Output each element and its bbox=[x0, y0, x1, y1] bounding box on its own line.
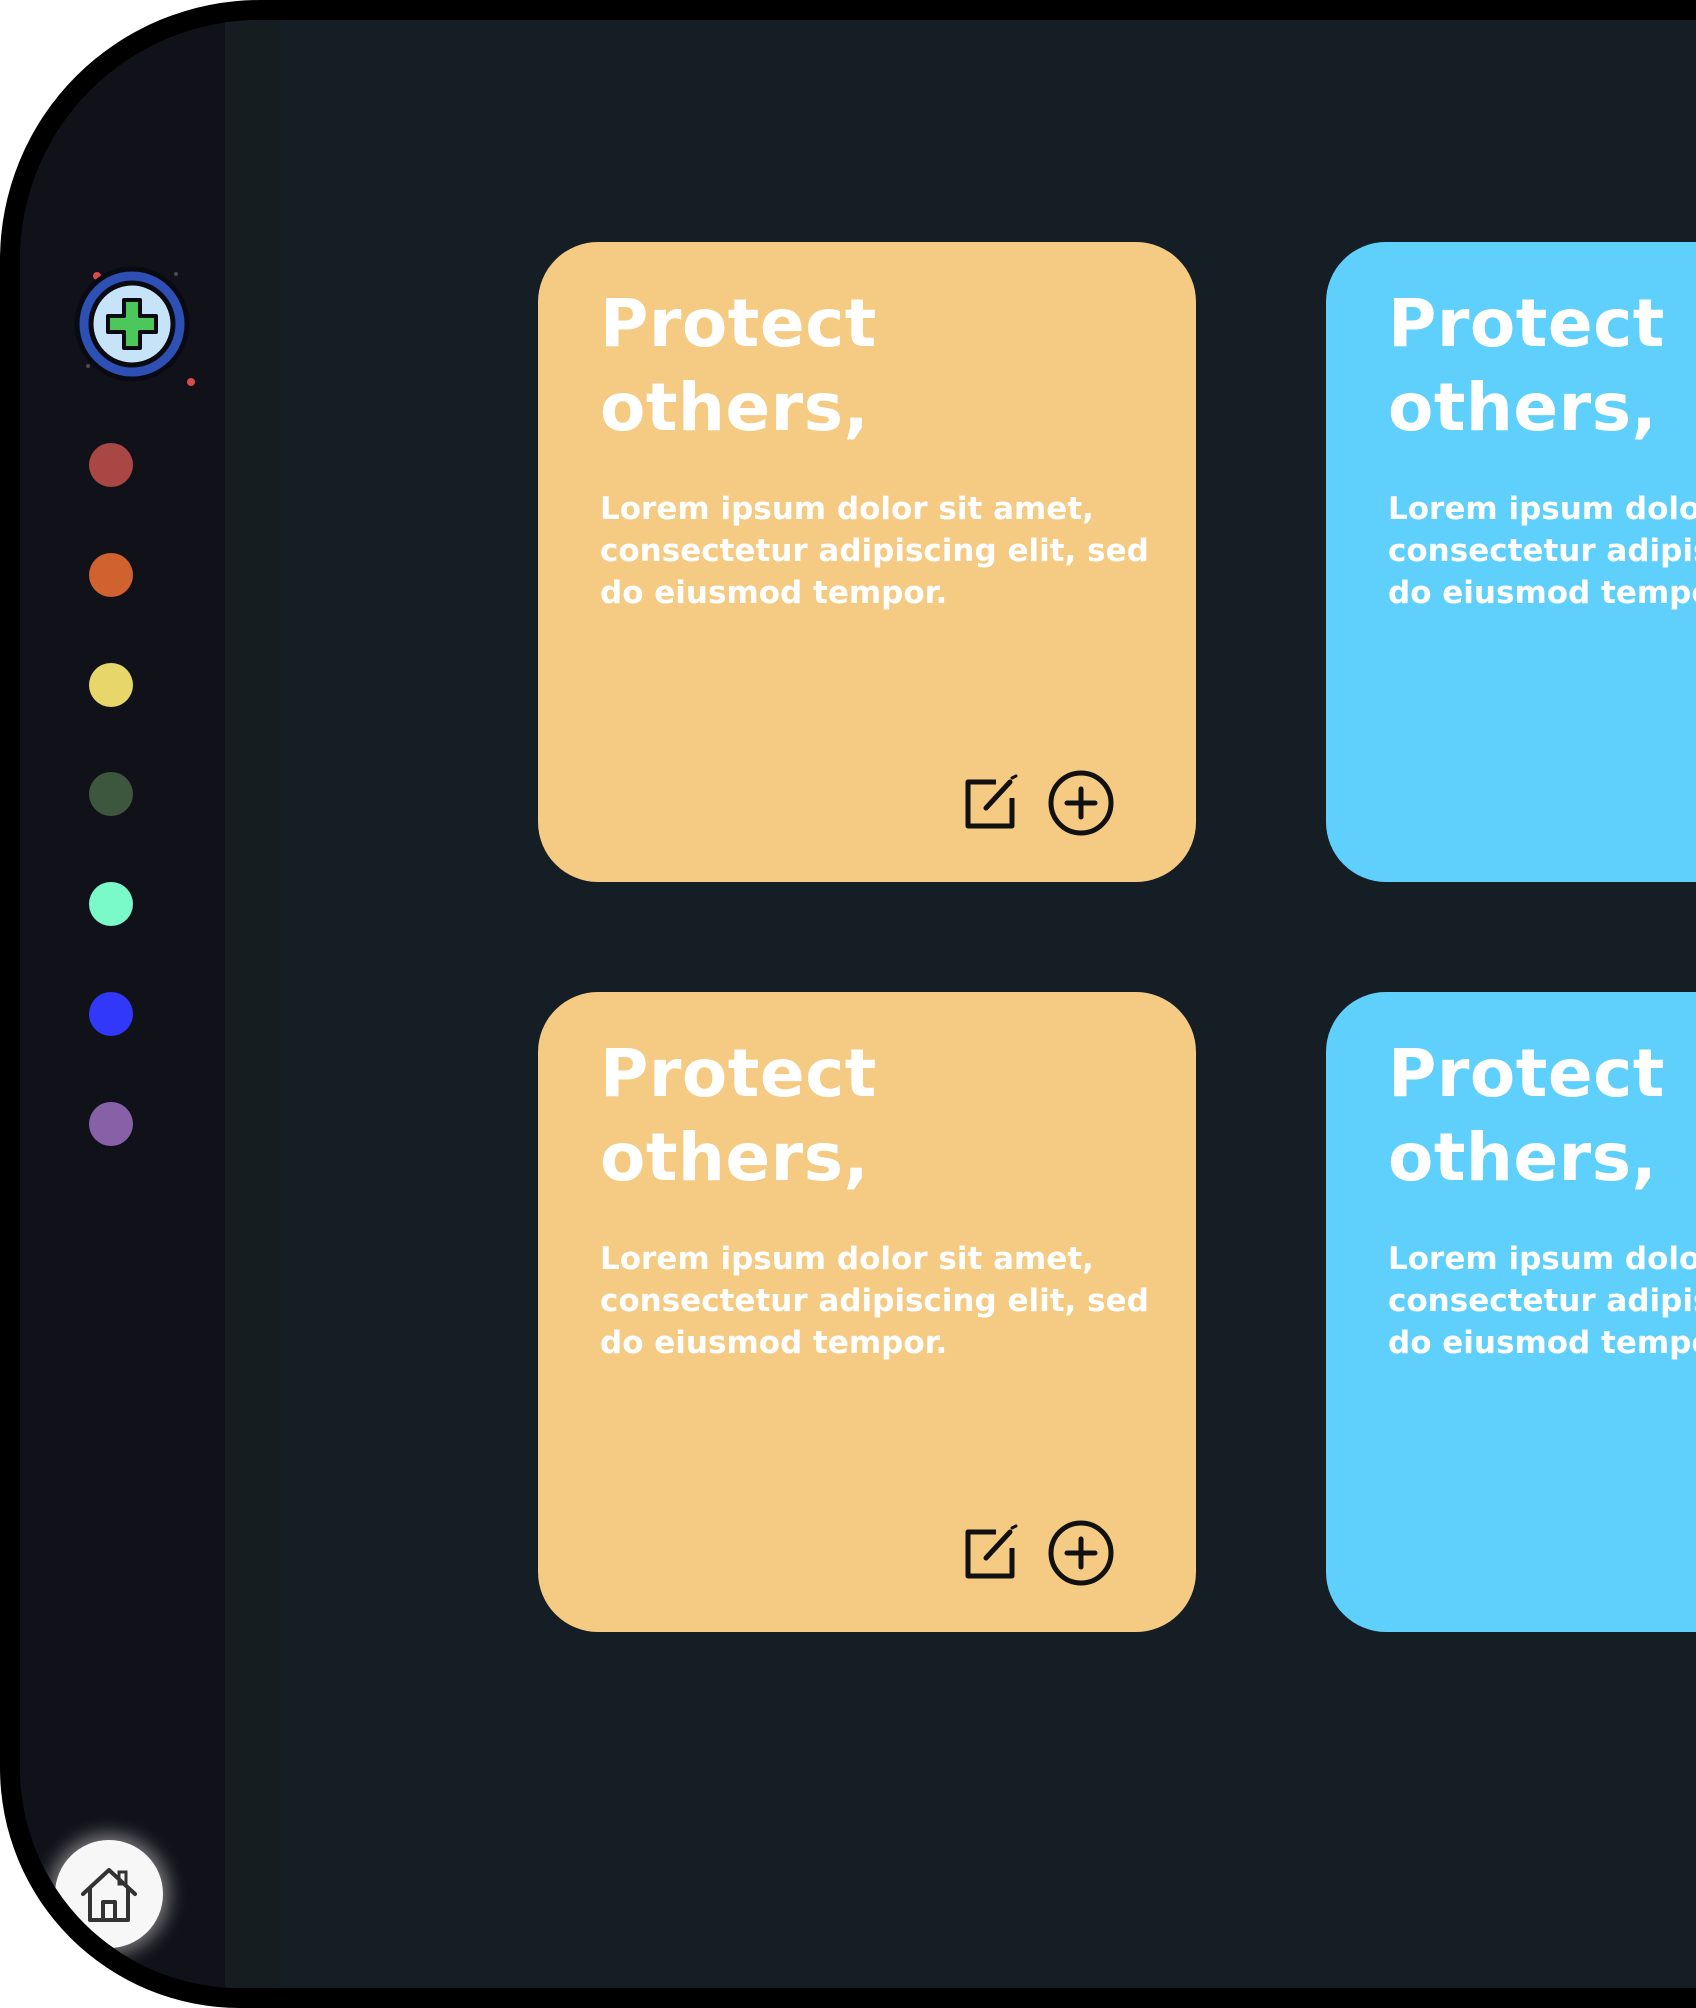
color-swatch-dark-green[interactable] bbox=[89, 772, 133, 816]
edit-note-button[interactable] bbox=[954, 768, 1028, 842]
home-button[interactable] bbox=[55, 1840, 163, 1948]
note-body: Lorem ipsum dolor sit amet, consectetur … bbox=[600, 1241, 1149, 1361]
color-swatch-mint[interactable] bbox=[89, 882, 133, 926]
device-frame: Protect others, Lorem ipsum dolor sit ame… bbox=[0, 0, 1696, 2008]
note-body: Lorem ipsum dolor sit amet, consectetur … bbox=[600, 491, 1149, 611]
home-icon bbox=[81, 1868, 137, 1922]
color-swatch-orange[interactable] bbox=[89, 553, 133, 597]
note-actions bbox=[954, 1518, 1118, 1592]
note-card[interactable]: Protect others, Lorem ipsum dolor sit ame… bbox=[538, 242, 1196, 882]
note-title: Protect others, bbox=[1388, 285, 1665, 446]
note-card[interactable]: Protect others, Lorem ipsum dolor sit ame… bbox=[1326, 992, 1696, 1632]
edit-note-button[interactable] bbox=[954, 1518, 1028, 1592]
add-to-note-button[interactable] bbox=[1044, 768, 1118, 842]
color-swatch-blue[interactable] bbox=[89, 992, 133, 1036]
note-card[interactable]: Protect others, Lorem ipsum dolor sit ame… bbox=[538, 992, 1196, 1632]
add-to-note-button[interactable] bbox=[1044, 1518, 1118, 1592]
note-actions bbox=[954, 768, 1118, 842]
add-circle-icon bbox=[74, 266, 195, 386]
add-circle-icon bbox=[1046, 768, 1116, 842]
sidebar bbox=[20, 20, 225, 1988]
edit-icon bbox=[960, 1522, 1022, 1588]
edit-icon bbox=[960, 772, 1022, 838]
color-swatch-red[interactable] bbox=[89, 443, 133, 487]
note-title: Protect others, bbox=[600, 1035, 877, 1196]
note-title: Protect others, bbox=[600, 285, 877, 446]
note-card[interactable]: Protect others, Lorem ipsum dolor sit ame… bbox=[1326, 242, 1696, 882]
app-screen: Protect others, Lorem ipsum dolor sit ame… bbox=[20, 20, 1696, 1988]
color-swatch-purple[interactable] bbox=[89, 1102, 133, 1146]
add-circle-icon bbox=[1046, 1518, 1116, 1592]
note-body: Lorem ipsum dolor sit amet, consectetur … bbox=[1388, 1241, 1696, 1361]
sidebar-divider bbox=[225, 20, 280, 1988]
note-body: Lorem ipsum dolor sit amet, consectetur … bbox=[1388, 491, 1696, 611]
add-note-button[interactable] bbox=[54, 246, 204, 396]
note-title: Protect others, bbox=[1388, 1035, 1665, 1196]
color-swatch-yellow[interactable] bbox=[89, 663, 133, 707]
